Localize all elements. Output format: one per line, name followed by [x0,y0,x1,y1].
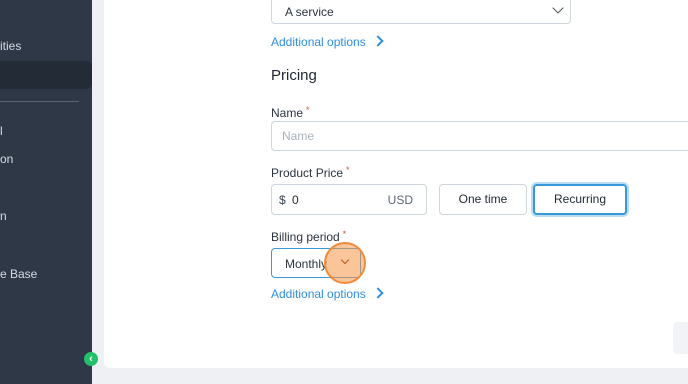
required-mark: * [342,229,347,239]
currency-unit: USD [387,193,413,207]
sidebar-item-label: ities [0,39,22,53]
recurring-button[interactable]: Recurring [533,184,627,215]
price-label: Product Price * [271,165,350,180]
additional-options-link-2[interactable]: Additional options [271,287,384,301]
collapse-sidebar-button[interactable]: ‹ [84,352,98,366]
name-label-text: Name [271,106,304,120]
additional-options-link[interactable]: Additional options [271,35,384,49]
additional-options-label: Additional options [271,287,366,301]
sidebar-divider [0,101,79,102]
chevron-down-icon [340,255,350,265]
sidebar-item-active[interactable] [0,61,92,89]
required-mark: * [346,165,350,175]
additional-options-label: Additional options [271,35,366,49]
billing-label-text: Billing period [271,230,340,244]
currency-symbol: $ [279,193,286,207]
one-time-button[interactable]: One time [439,184,527,215]
price-label-text: Product Price [271,166,344,180]
billing-period-label: Billing period * [271,229,347,244]
chevron-down-icon [552,2,564,14]
sidebar-item-3[interactable]: n [0,209,7,223]
name-input[interactable] [271,121,688,151]
sidebar-item-knowledge-base[interactable]: e Base [0,267,37,281]
sidebar-item-1[interactable]: l [0,124,3,138]
sidebar-item-label: n [0,209,7,223]
service-select-value: A service [285,5,334,19]
chevron-right-icon [372,287,384,299]
sidebar-item-activities[interactable]: ities [0,39,21,53]
chevron-left-icon: ‹ [89,353,93,365]
price-input[interactable]: $ 0 USD [271,184,427,215]
sidebar-item-2[interactable]: on [0,152,13,166]
name-label: Name * [271,105,310,120]
chevron-right-icon [372,35,384,47]
sidebar: ities l on n e Base [0,0,92,384]
service-select[interactable]: A service [271,0,571,24]
click-indicator [324,242,366,284]
pricing-title: Pricing [271,67,317,84]
price-value: 0 [292,193,299,207]
required-mark: * [306,105,310,115]
sidebar-item-label: l [0,124,3,138]
footer-button-partial[interactable] [673,322,688,354]
sidebar-item-label: on [0,152,14,166]
billing-period-value: Monthly [285,257,328,271]
sidebar-item-label: e Base [0,267,38,281]
